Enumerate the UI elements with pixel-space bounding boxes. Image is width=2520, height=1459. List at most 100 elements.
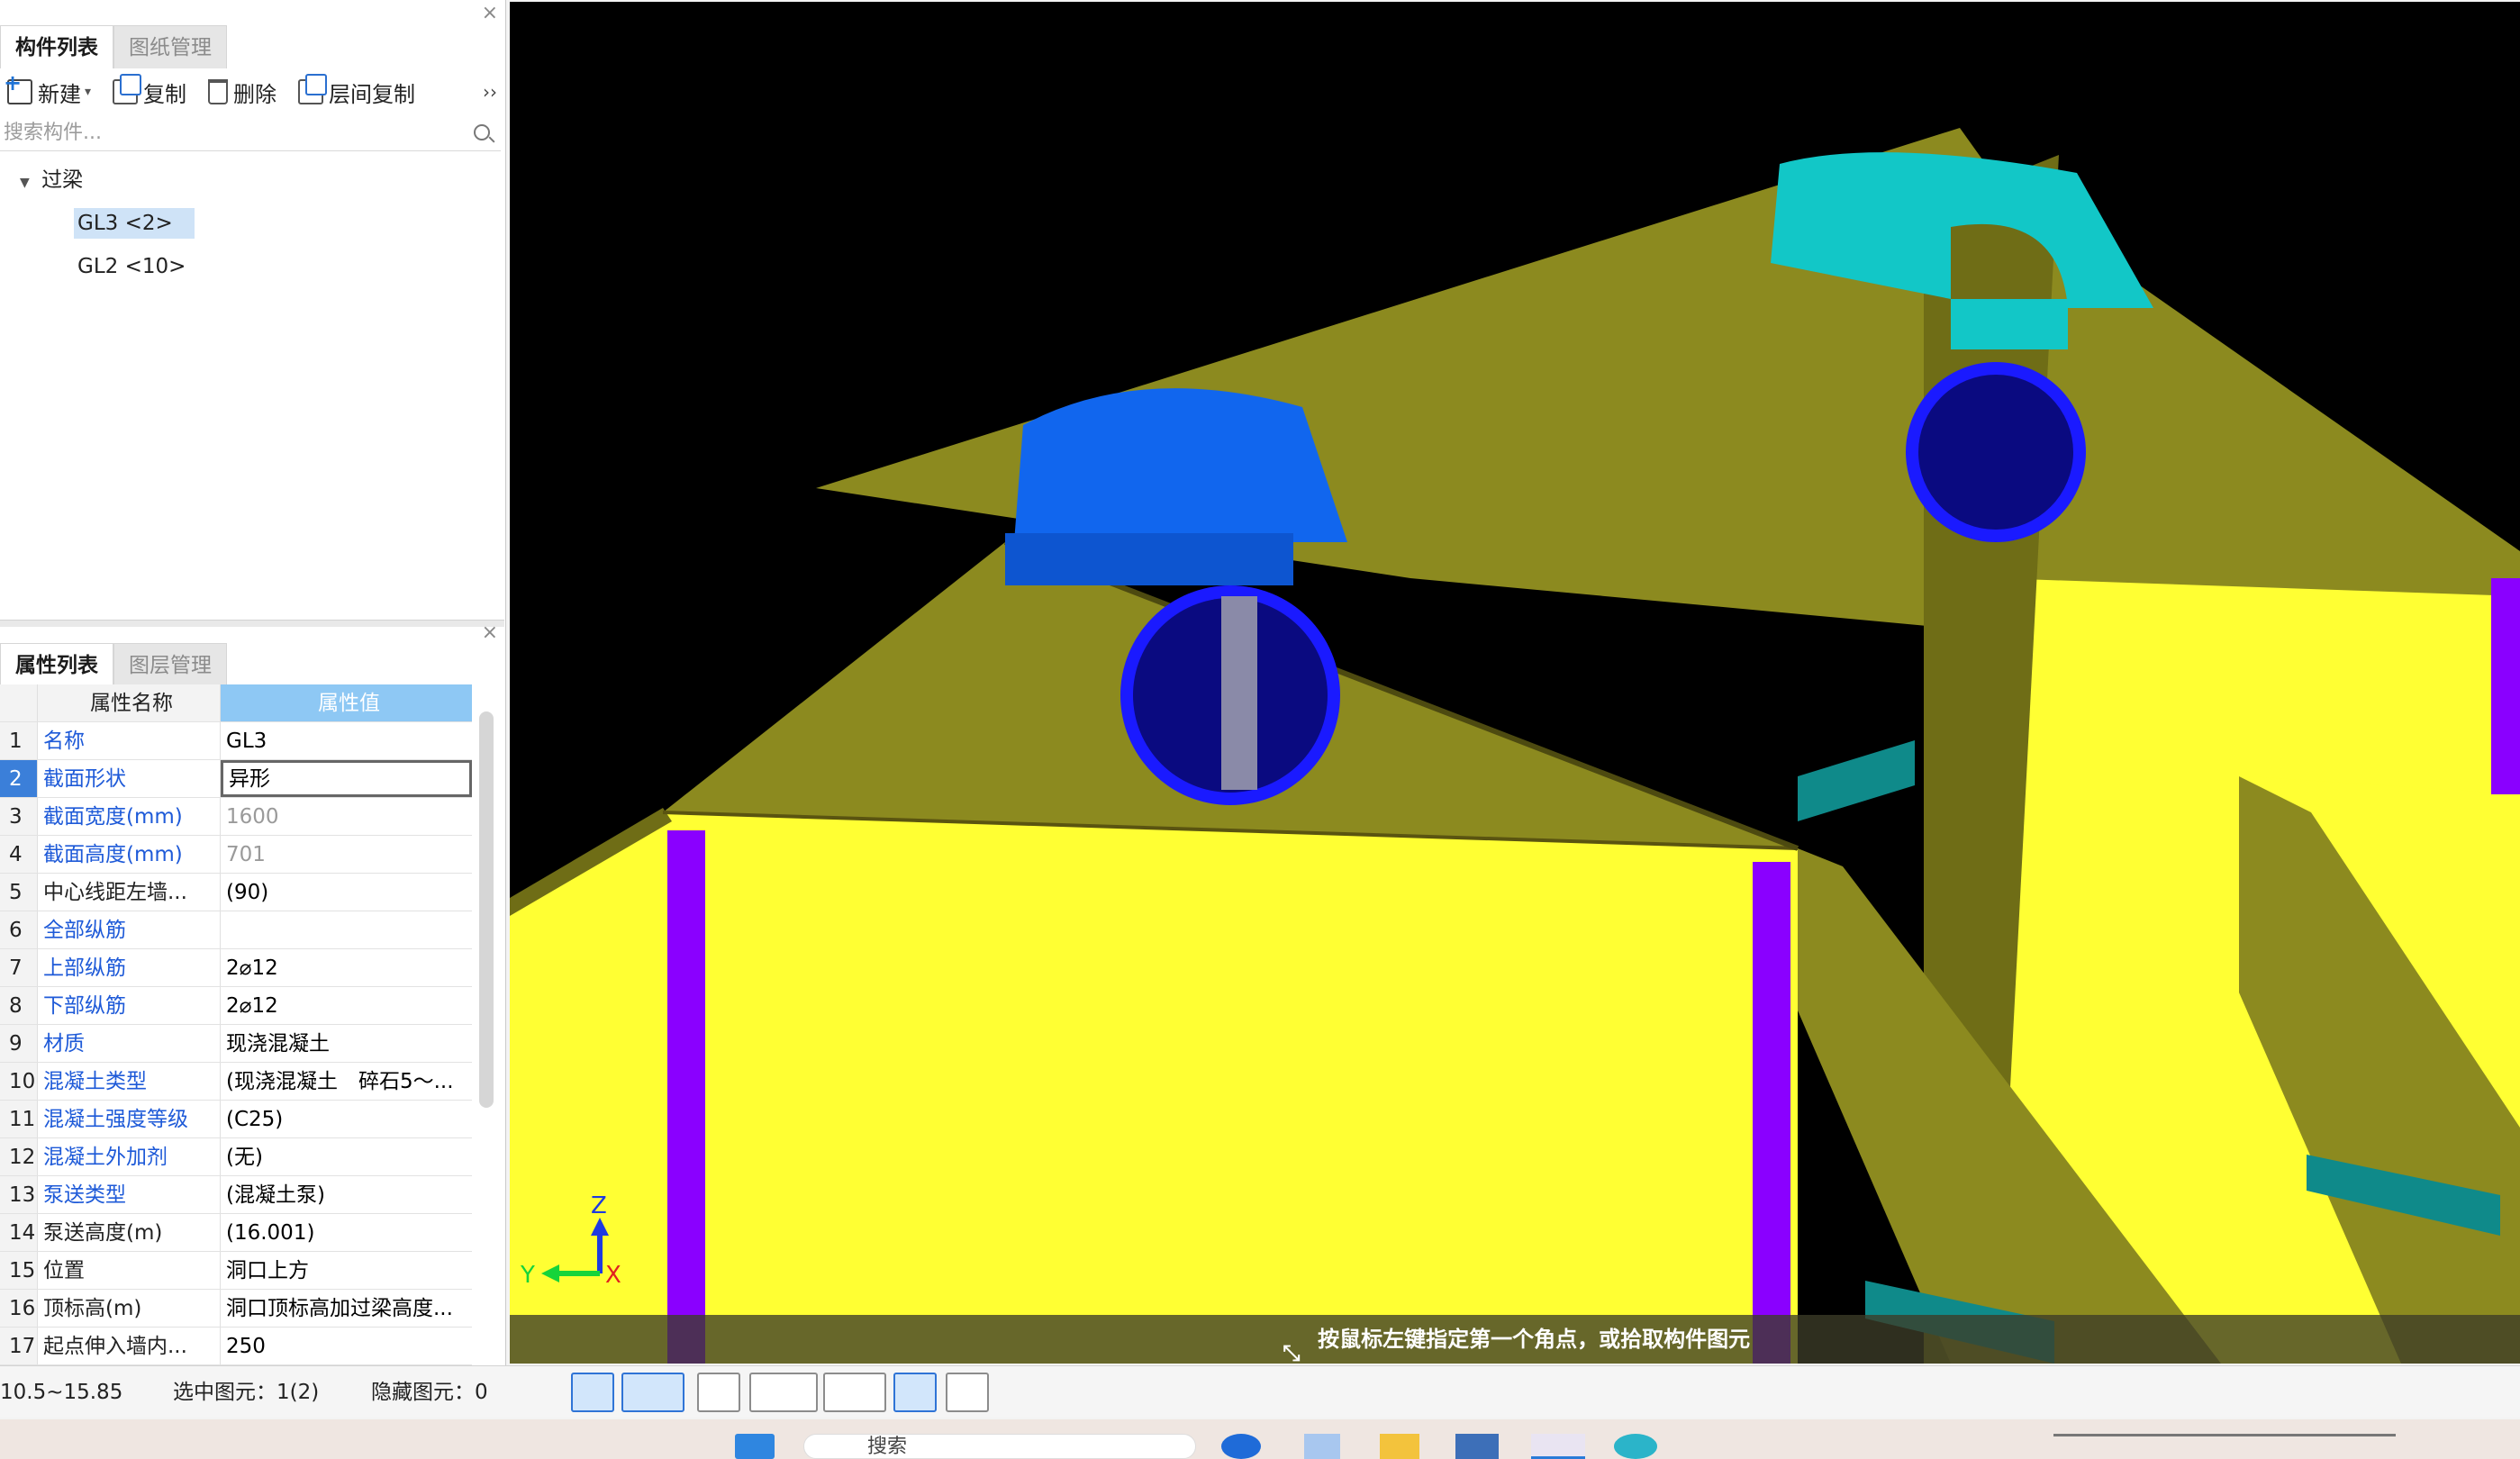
property-row[interactable]: 14 泵送高度(m) (16.001) — [0, 1214, 472, 1252]
property-row[interactable]: 10 混凝土类型 (现浇混凝土 碎石5～... — [0, 1063, 472, 1101]
chevron-down-icon[interactable]: ▾ — [85, 85, 91, 99]
app-icon-active[interactable] — [1531, 1434, 1585, 1459]
grid-header: 属性名称 属性值 — [0, 684, 472, 722]
property-value[interactable]: (90) — [221, 874, 472, 911]
row-number: 4 — [0, 836, 38, 873]
property-row[interactable]: 12 混凝土外加剂 (无) — [0, 1138, 472, 1176]
property-value[interactable]: (现浇混凝土 碎石5～... — [221, 1063, 472, 1100]
header-name[interactable]: 属性名称 — [38, 684, 221, 721]
property-value[interactable] — [221, 911, 472, 948]
system-tray[interactable] — [2053, 1434, 2396, 1459]
property-value[interactable]: 异形 — [221, 760, 472, 797]
new-icon — [4, 70, 32, 104]
edge-browser-icon[interactable] — [1614, 1434, 1657, 1459]
component-search-input[interactable]: 搜索构件... — [0, 117, 501, 151]
arc-snap-button[interactable] — [946, 1373, 989, 1412]
expand-arrow-icon[interactable]: ▼ — [20, 176, 30, 190]
ortho-toggle-button[interactable] — [571, 1373, 614, 1412]
app-icon-notes[interactable] — [1304, 1434, 1340, 1459]
trash-icon — [208, 79, 229, 104]
more-icon[interactable]: ›› — [483, 81, 497, 103]
property-row[interactable]: 9 材质 现浇混凝土 — [0, 1025, 472, 1063]
property-value[interactable]: GL3 — [221, 722, 472, 759]
property-row[interactable]: 7 上部纵筋 2⌀12 — [0, 949, 472, 987]
property-value[interactable]: 250 — [221, 1328, 472, 1364]
tab-component-list[interactable]: 构件列表 — [0, 25, 113, 68]
axis-label-x: X — [605, 1262, 621, 1289]
panel-splitter[interactable] — [0, 620, 504, 627]
property-row[interactable]: 16 顶标高(m) 洞口顶标高加过梁高度... — [0, 1290, 472, 1328]
property-row[interactable]: 1 名称 GL3 — [0, 722, 472, 760]
property-value[interactable]: (混凝土泵) — [221, 1176, 472, 1213]
property-scrollbar[interactable] — [479, 711, 494, 1108]
close-icon[interactable]: × — [482, 2, 498, 24]
hidden-count: 隐藏图元：0 — [371, 1381, 488, 1404]
property-name: 泵送高度(m) — [38, 1214, 221, 1251]
select-mode-button[interactable] — [893, 1373, 937, 1412]
tree-item-gl3[interactable]: GL3 <2> — [0, 202, 501, 245]
left-panel: × 构件列表 图纸管理 新建 ▾ 复制 删除 层间复制 ›› — [0, 0, 506, 1365]
property-value[interactable]: (无) — [221, 1138, 472, 1175]
property-tabs: 属性列表 图层管理 — [0, 643, 227, 686]
row-number: 16 — [0, 1290, 38, 1327]
offset-button[interactable] — [823, 1373, 886, 1412]
property-name: 上部纵筋 — [38, 949, 221, 986]
tab-property-list[interactable]: 属性列表 — [0, 643, 113, 686]
row-number: 13 — [0, 1176, 38, 1213]
center-column — [1753, 862, 1790, 1364]
new-label: 新建 — [38, 81, 81, 107]
3d-viewport[interactable]: Z Y X ⤡ 按鼠标左键指定第一个角点，或拾取构件图元 — [510, 2, 2520, 1364]
header-number-cell — [0, 684, 38, 721]
property-value[interactable]: (16.001) — [221, 1214, 472, 1251]
property-row[interactable]: 6 全部纵筋 — [0, 911, 472, 949]
tab-drawing-management[interactable]: 图纸管理 — [113, 25, 227, 68]
property-value[interactable]: 701 — [221, 836, 472, 873]
component-toolbar: 新建 ▾ 复制 删除 层间复制 ›› — [0, 70, 504, 113]
elevation-range: 10.5~15.85 — [0, 1381, 123, 1404]
tree-item-label: GL2 <10> — [77, 255, 186, 278]
floor-copy-button[interactable]: 层间复制 — [298, 74, 416, 108]
tab-layer-management[interactable]: 图层管理 — [113, 643, 227, 686]
property-row[interactable]: 15 位置 洞口上方 — [0, 1252, 472, 1290]
property-row[interactable]: 2 截面形状 异形 — [0, 760, 472, 798]
close-icon[interactable]: × — [482, 621, 498, 644]
back-round-opening-inner — [1918, 375, 2073, 530]
floor-copy-label: 层间复制 — [329, 81, 416, 107]
property-value[interactable]: 1600 — [221, 798, 472, 835]
property-row[interactable]: 13 泵送类型 (混凝土泵) — [0, 1176, 472, 1214]
property-value[interactable]: 现浇混凝土 — [221, 1025, 472, 1062]
copy-button[interactable]: 复制 — [113, 74, 186, 108]
snap-rect-button[interactable] — [621, 1373, 684, 1412]
folder-icon[interactable] — [1380, 1434, 1419, 1459]
property-row[interactable]: 5 中心线距左墙... (90) — [0, 874, 472, 911]
property-value[interactable]: (C25) — [221, 1101, 472, 1137]
header-value[interactable]: 属性值 — [221, 684, 472, 721]
blue-lintel-base — [1005, 533, 1293, 585]
property-value[interactable]: 2⌀12 — [221, 987, 472, 1024]
tree-item-label: GL3 <2> — [74, 208, 195, 239]
property-value[interactable]: 2⌀12 — [221, 949, 472, 986]
search-icon[interactable] — [474, 124, 490, 140]
delete-button[interactable]: 删除 — [208, 77, 276, 108]
property-row[interactable]: 8 下部纵筋 2⌀12 — [0, 987, 472, 1025]
app-icon-cad[interactable] — [1455, 1434, 1499, 1459]
collapse-arrows-icon: ⤡ — [1283, 1340, 1301, 1364]
property-row[interactable]: 11 混凝土强度等级 (C25) — [0, 1101, 472, 1138]
tree-item-gl2[interactable]: GL2 <10> — [0, 245, 501, 288]
property-name: 截面高度(mm) — [38, 836, 221, 873]
command-hint-text: 按鼠标左键指定第一个角点，或拾取构件图元 — [1318, 1327, 1751, 1352]
angle-snap-button[interactable] — [749, 1373, 818, 1412]
taskbar-search-box[interactable]: 搜索 — [803, 1434, 1196, 1459]
property-row[interactable]: 3 截面宽度(mm) 1600 — [0, 798, 472, 836]
windows-taskbar: 搜索 — [0, 1419, 2520, 1459]
tree-root-lintel[interactable]: ▼ 过梁 — [0, 159, 501, 202]
teal-lintel-base — [1951, 299, 2068, 349]
property-value[interactable]: 洞口顶标高加过梁高度... — [221, 1290, 472, 1327]
new-button[interactable]: 新建 ▾ — [4, 70, 91, 108]
windows-start-icon[interactable] — [735, 1434, 775, 1459]
property-value[interactable]: 洞口上方 — [221, 1252, 472, 1289]
property-row[interactable]: 4 截面高度(mm) 701 — [0, 836, 472, 874]
app-icon-k[interactable] — [1221, 1434, 1261, 1459]
property-row[interactable]: 17 起点伸入墙内... 250 — [0, 1328, 472, 1365]
cross-snap-button[interactable] — [697, 1373, 740, 1412]
